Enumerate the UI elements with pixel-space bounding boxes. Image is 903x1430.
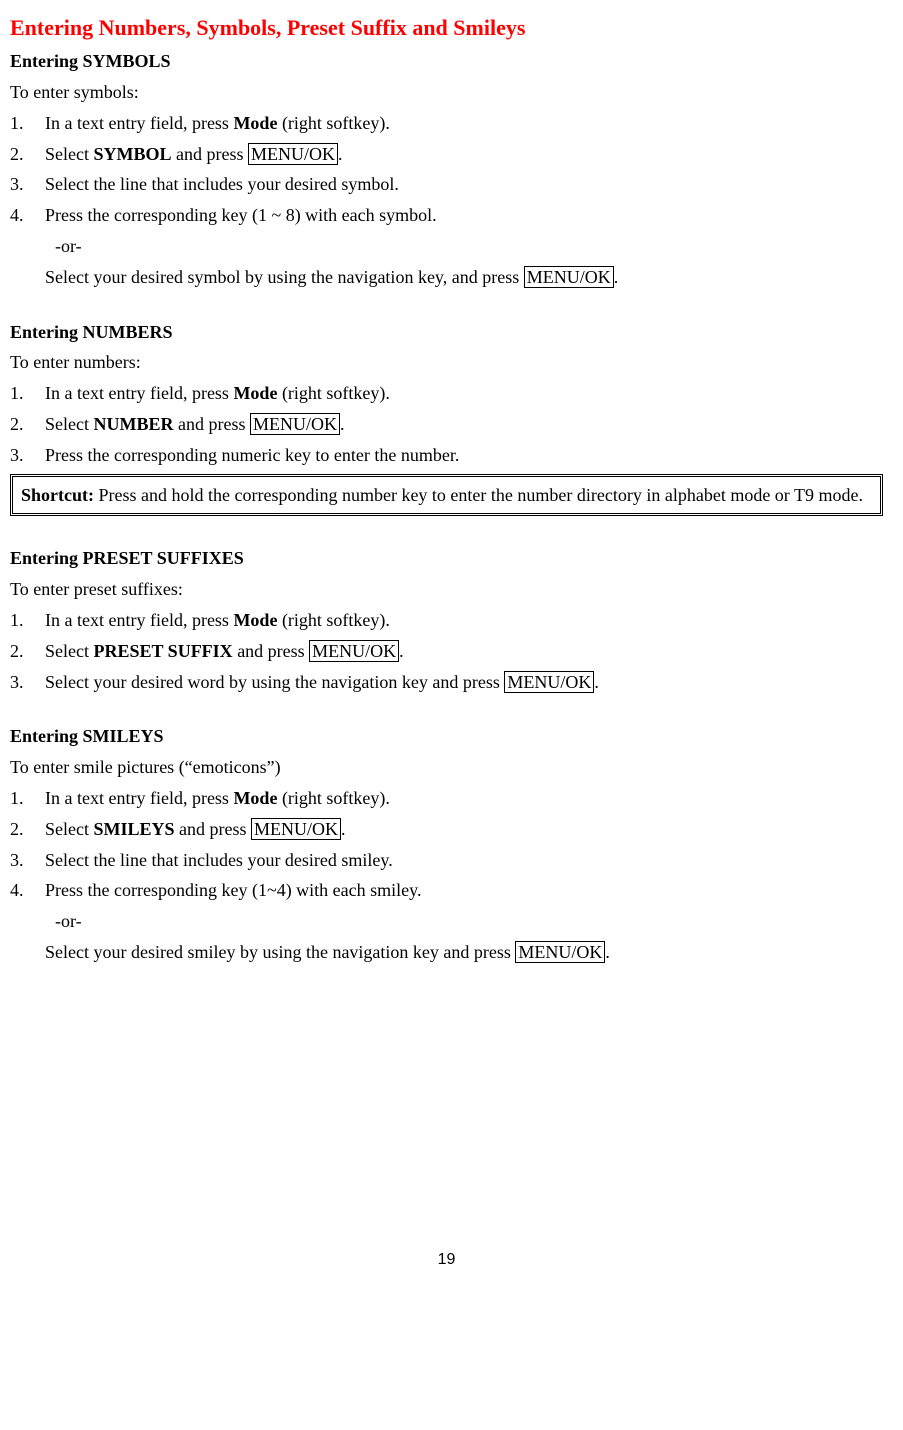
step-text-bold: Mode — [233, 788, 277, 808]
numbers-step-2: 2.Select NUMBER and press MENU/OK. — [10, 410, 883, 439]
step-text-post: (right softkey). — [277, 383, 389, 403]
step-number: 3. — [10, 846, 45, 875]
step-number: 3. — [10, 668, 45, 697]
step-text-post: . — [399, 641, 404, 661]
step-text: Press the corresponding numeric key to e… — [45, 445, 459, 465]
step-text-post: . — [338, 144, 343, 164]
step-text-pre: In a text entry field, press — [45, 788, 233, 808]
smileys-or: -or- — [55, 907, 883, 936]
numbers-intro: To enter numbers: — [10, 348, 883, 377]
shortcut-label: Shortcut: — [21, 485, 94, 505]
menu-ok-key: MENU/OK — [251, 818, 341, 840]
smileys-step-3: 3.Select the line that includes your des… — [10, 846, 883, 875]
menu-ok-key: MENU/OK — [524, 266, 614, 288]
menu-ok-key: MENU/OK — [515, 941, 605, 963]
step-text-bold: PRESET SUFFIX — [93, 641, 232, 661]
step-text-bold: SMILEYS — [93, 819, 174, 839]
smileys-alt: Select your desired smiley by using the … — [45, 938, 883, 967]
symbols-heading: Entering SYMBOLS — [10, 47, 883, 76]
step-text-bold: Mode — [233, 383, 277, 403]
preset-step-3: 3.Select your desired word by using the … — [10, 668, 883, 697]
alt-text-post: . — [605, 942, 610, 962]
step-text-pre: Select — [45, 414, 93, 434]
step-text: Select the line that includes your desir… — [45, 850, 393, 870]
smileys-intro: To enter smile pictures (“emoticons”) — [10, 753, 883, 782]
numbers-step-1: 1.In a text entry field, press Mode (rig… — [10, 379, 883, 408]
step-text-post: . — [340, 414, 345, 434]
preset-heading: Entering PRESET SUFFIXES — [10, 544, 883, 573]
step-number: 1. — [10, 379, 45, 408]
step-text-mid: and press — [172, 144, 248, 164]
preset-intro: To enter preset suffixes: — [10, 575, 883, 604]
step-number: 2. — [10, 140, 45, 169]
step-text-post: . — [594, 672, 599, 692]
alt-text-pre: Select your desired smiley by using the … — [45, 942, 515, 962]
step-text-mid: and press — [233, 641, 309, 661]
symbols-step-3: 3.Select the line that includes your des… — [10, 170, 883, 199]
shortcut-box: Shortcut: Press and hold the correspondi… — [10, 474, 883, 517]
step-text: Select the line that includes your desir… — [45, 174, 399, 194]
step-text-mid: and press — [173, 414, 249, 434]
step-text-pre: Select your desired word by using the na… — [45, 672, 504, 692]
step-number: 2. — [10, 815, 45, 844]
step-text-bold: Mode — [233, 113, 277, 133]
symbols-step-2: 2.Select SYMBOL and press MENU/OK. — [10, 140, 883, 169]
step-text-post: . — [341, 819, 346, 839]
menu-ok-key: MENU/OK — [309, 640, 399, 662]
smileys-heading: Entering SMILEYS — [10, 722, 883, 751]
symbols-intro: To enter symbols: — [10, 78, 883, 107]
symbols-step-1: 1.In a text entry field, press Mode (rig… — [10, 109, 883, 138]
step-text-pre: In a text entry field, press — [45, 383, 233, 403]
step-number: 2. — [10, 410, 45, 439]
symbols-step-4: 4.Press the corresponding key (1 ~ 8) wi… — [10, 201, 883, 230]
step-text-bold: SYMBOL — [93, 144, 171, 164]
step-text-pre: Select — [45, 819, 93, 839]
numbers-step-3: 3.Press the corresponding numeric key to… — [10, 441, 883, 470]
step-number: 4. — [10, 201, 45, 230]
shortcut-text: Press and hold the corresponding number … — [94, 485, 863, 505]
step-text-mid: and press — [175, 819, 251, 839]
step-number: 2. — [10, 637, 45, 666]
step-number: 4. — [10, 876, 45, 905]
step-number: 3. — [10, 170, 45, 199]
step-text-post: (right softkey). — [277, 788, 389, 808]
step-text: Press the corresponding key (1~4) with e… — [45, 880, 421, 900]
page-number: 19 — [10, 1247, 883, 1273]
smileys-step-4: 4.Press the corresponding key (1~4) with… — [10, 876, 883, 905]
alt-text-pre: Select your desired symbol by using the … — [45, 267, 524, 287]
menu-ok-key: MENU/OK — [250, 413, 340, 435]
step-text: Press the corresponding key (1 ~ 8) with… — [45, 205, 437, 225]
symbols-alt: Select your desired symbol by using the … — [45, 263, 883, 292]
numbers-heading: Entering NUMBERS — [10, 318, 883, 347]
step-number: 1. — [10, 109, 45, 138]
preset-step-1: 1.In a text entry field, press Mode (rig… — [10, 606, 883, 635]
main-title: Entering Numbers, Symbols, Preset Suffix… — [10, 10, 883, 45]
symbols-or: -or- — [55, 232, 883, 261]
smileys-step-2: 2.Select SMILEYS and press MENU/OK. — [10, 815, 883, 844]
preset-step-2: 2.Select PRESET SUFFIX and press MENU/OK… — [10, 637, 883, 666]
step-text-pre: In a text entry field, press — [45, 610, 233, 630]
step-text-post: (right softkey). — [277, 113, 389, 133]
step-text-bold: NUMBER — [93, 414, 173, 434]
step-number: 1. — [10, 606, 45, 635]
step-number: 3. — [10, 441, 45, 470]
step-text-pre: Select — [45, 641, 93, 661]
menu-ok-key: MENU/OK — [504, 671, 594, 693]
step-text-pre: Select — [45, 144, 93, 164]
step-number: 1. — [10, 784, 45, 813]
step-text-post: (right softkey). — [277, 610, 389, 630]
smileys-step-1: 1.In a text entry field, press Mode (rig… — [10, 784, 883, 813]
menu-ok-key: MENU/OK — [248, 143, 338, 165]
alt-text-post: . — [614, 267, 619, 287]
step-text-pre: In a text entry field, press — [45, 113, 233, 133]
step-text-bold: Mode — [233, 610, 277, 630]
